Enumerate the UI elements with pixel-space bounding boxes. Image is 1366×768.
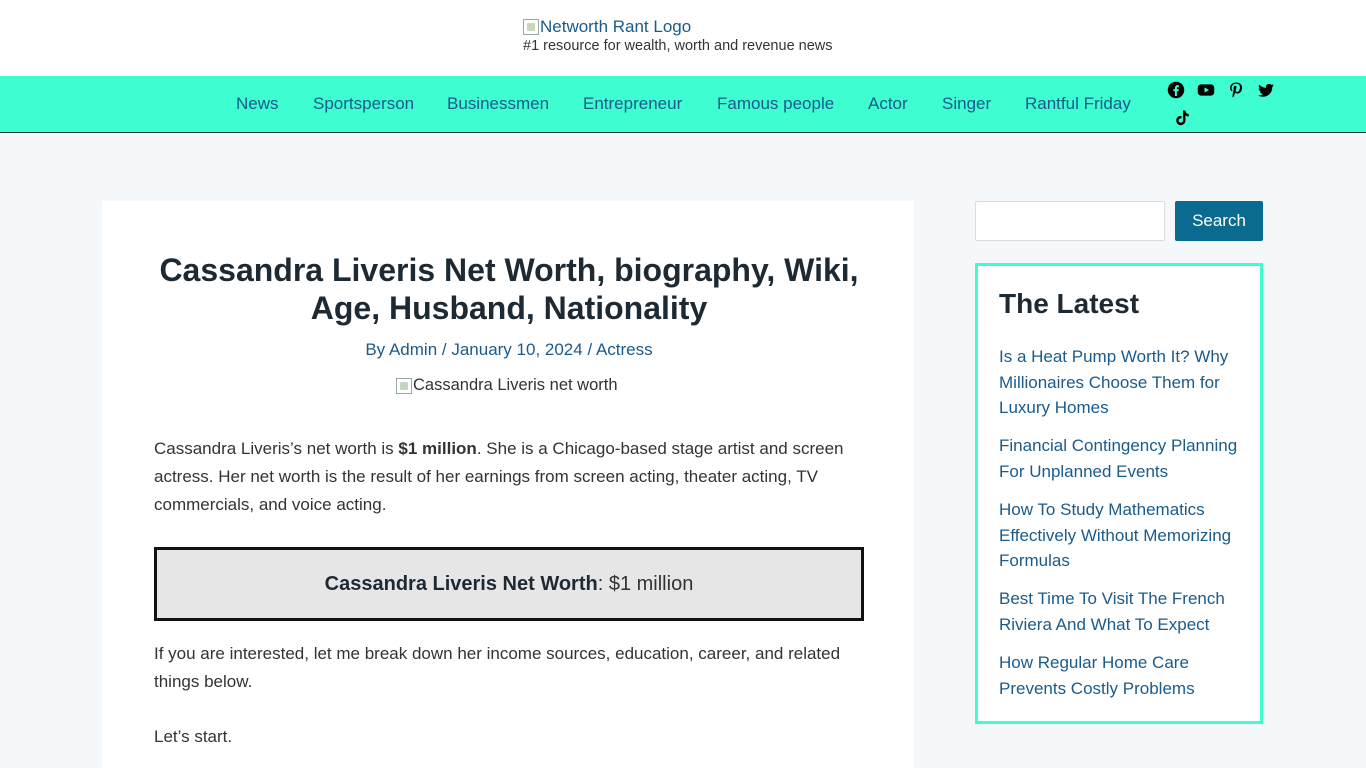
broken-image-icon [523,19,539,35]
date-link[interactable]: January 10, 2024 [451,340,582,359]
latest-post-link[interactable]: How To Study Mathematics Effectively Wit… [999,497,1249,574]
latest-post-link[interactable]: How Regular Home Care Prevents Costly Pr… [999,650,1249,701]
latest-posts-widget: The Latest Is a Heat Pump Worth It? Why … [975,263,1263,724]
nav-item-rantful-friday[interactable]: Rantful Friday [1025,94,1131,114]
nav-item-news[interactable]: News [236,94,279,114]
youtube-icon[interactable] [1196,80,1216,100]
net-worth-box-value: : $1 million [597,572,694,595]
nav-item-sportsperson[interactable]: Sportsperson [313,94,414,114]
nav-item-famous-people[interactable]: Famous people [717,94,834,114]
latest-post-link[interactable]: Is a Heat Pump Worth It? Why Millionaire… [999,344,1249,421]
search-input[interactable] [975,201,1165,241]
net-worth-box: Cassandra Liveris Net Worth: $1 million [154,547,864,621]
article-meta: By Admin / January 10, 2024 / Actress [154,340,864,360]
facebook-icon[interactable] [1166,80,1186,100]
intro-paragraph: Cassandra Liveris’s net worth is $1 mill… [154,435,864,519]
twitter-icon[interactable] [1256,80,1276,100]
article-card: Cassandra Liveris Net Worth, biography, … [102,201,914,768]
pinterest-icon[interactable] [1226,80,1246,100]
meta-separator: / [437,340,452,359]
nav-item-singer[interactable]: Singer [942,94,991,114]
main-navigation: News Sportsperson Businessmen Entreprene… [0,76,1366,133]
site-logo[interactable]: Networth Rant Logo [523,17,691,37]
meta-separator: / [582,340,596,359]
net-worth-box-label: Cassandra Liveris Net Worth [324,572,598,595]
latest-post-link[interactable]: Best Time To Visit The French Riviera An… [999,586,1249,637]
body-paragraph-start: Let’s start. [154,727,233,746]
nav-item-businessmen[interactable]: Businessmen [447,94,549,114]
intro-text-start: Cassandra Liveris’s net worth is [154,439,399,458]
featured-image: Cassandra Liveris net worth [396,376,618,395]
featured-image-alt: Cassandra Liveris net worth [413,376,618,394]
broken-image-icon [396,377,412,394]
latest-post-link[interactable]: Financial Contingency Planning For Unpla… [999,433,1249,484]
author-link[interactable]: By Admin [365,340,437,359]
nav-item-actor[interactable]: Actor [868,94,908,114]
body-paragraph: If you are interested, let me break down… [154,644,841,691]
article-title: Cassandra Liveris Net Worth, biography, … [159,252,859,326]
site-header: Networth Rant Logo #1 resource for wealt… [0,0,1366,76]
logo-alt-text: Networth Rant Logo [540,17,692,36]
category-link[interactable]: Actress [596,340,653,359]
net-worth-value: $1 million [398,439,477,458]
search-button[interactable]: Search [1175,201,1263,241]
nav-item-entrepreneur[interactable]: Entrepreneur [583,94,682,114]
site-tagline: #1 resource for wealth, worth and revenu… [523,38,833,54]
latest-title: The Latest [999,288,1140,319]
tiktok-icon[interactable] [1172,108,1192,128]
